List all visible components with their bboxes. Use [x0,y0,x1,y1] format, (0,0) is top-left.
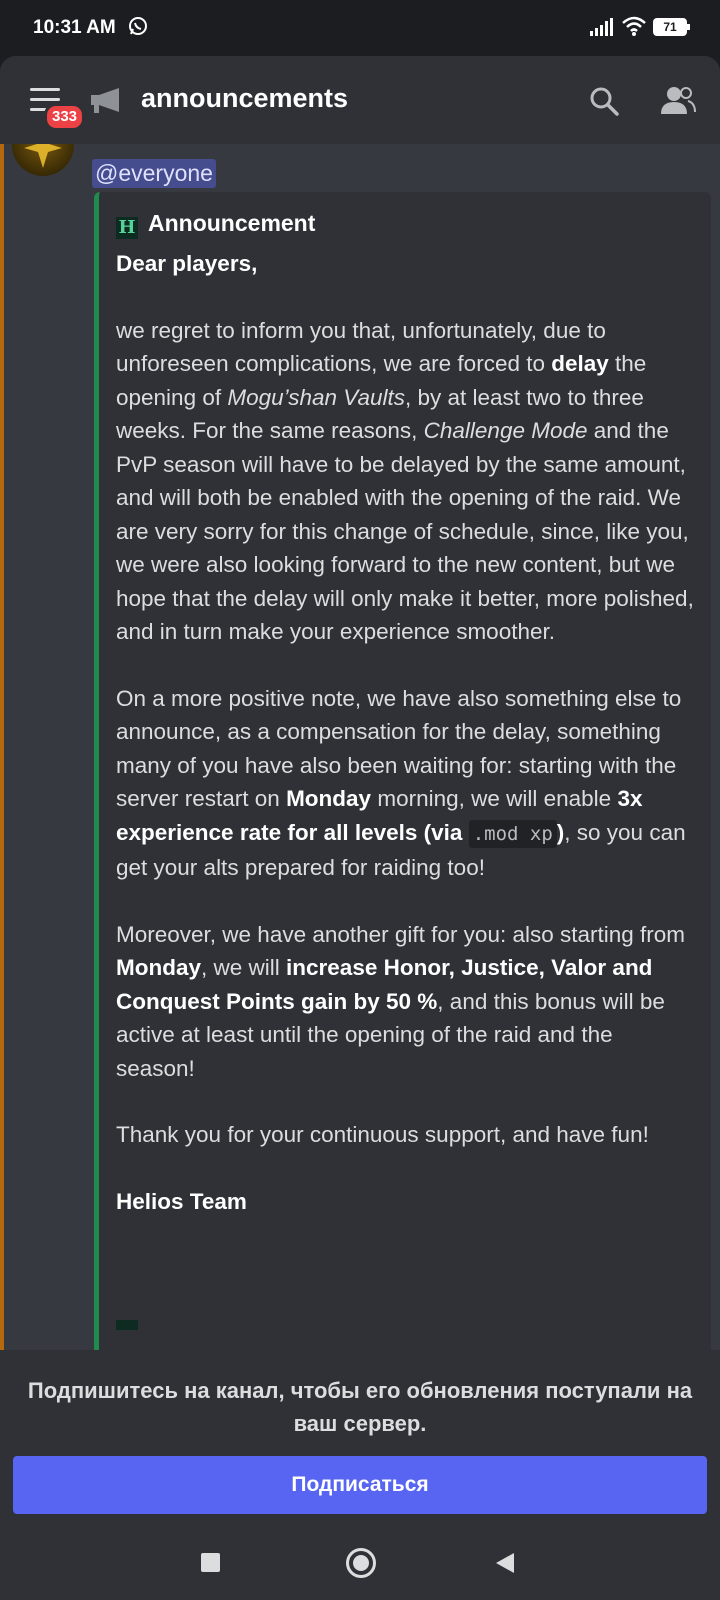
greeting: Dear players, [116,251,258,276]
embed-author-name: Announcement [148,210,316,236]
embed-body: Dear players, we regret to inform you th… [116,247,696,1251]
back-icon[interactable] [495,1552,515,1574]
megaphone-icon [91,88,119,113]
whatsapp-icon [129,17,147,35]
android-nav-bar [0,1524,720,1600]
paragraph-2: On a more positive note, we have also so… [116,685,686,881]
channel-header: 333 announcements [0,56,720,144]
status-time: 10:31 AM [33,17,116,38]
wifi-icon [622,16,646,36]
recents-icon[interactable] [201,1553,220,1572]
battery-icon: 71 [653,18,690,36]
paragraph-1: we regret to inform you that, unfortunat… [116,317,694,645]
discord-app: 333 announcements @everyone H Announceme… [0,56,720,1350]
announcement-embed: H Announcement Dear players, we regret to… [94,192,711,1350]
signature: Helios Team [116,1188,247,1214]
status-bar: 10:31 AM 71 [0,0,720,56]
notification-badge: 333 [44,103,86,131]
message-area[interactable]: @everyone H Announcement Dear players, we… [0,114,720,1350]
paragraph-4: Thank you for your continuous support, a… [116,1122,649,1147]
subscribe-text: Подпишитесь на канал, чтобы его обновлен… [27,1378,693,1436]
battery-level: 71 [663,20,677,34]
channel-name: announcements [141,83,349,113]
everyone-mention[interactable]: @everyone [92,159,216,188]
subscribe-panel: Подпишитесь на канал, чтобы его обновлен… [0,1350,720,1524]
search-icon[interactable] [588,85,620,117]
embed-footer-icon [116,1320,138,1330]
subscribe-button[interactable]: Подписаться [13,1456,707,1514]
inline-code: .mod xp [468,819,557,848]
embed-author: H Announcement [116,210,315,239]
home-icon[interactable] [346,1548,376,1578]
signal-icon [590,18,613,36]
members-icon[interactable] [661,84,697,116]
mention-highlight-bar [0,144,4,1350]
server-logo-icon: H [116,217,138,239]
paragraph-3: Moreover, we have another gift for you: … [116,921,686,1081]
